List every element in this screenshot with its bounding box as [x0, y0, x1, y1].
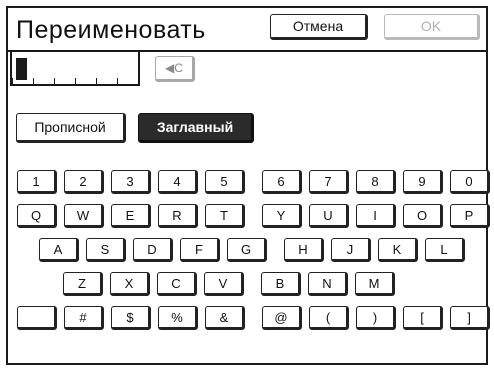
key[interactable]: N: [308, 272, 348, 296]
key[interactable]: [: [403, 306, 443, 330]
key[interactable]: V: [204, 272, 244, 296]
key[interactable]: F: [180, 238, 220, 262]
key[interactable]: 0: [450, 170, 490, 194]
key[interactable]: T: [205, 204, 245, 228]
key[interactable]: 3: [111, 170, 151, 194]
dialog-title: Переименовать: [16, 16, 206, 44]
ok-button[interactable]: OK: [384, 14, 480, 40]
key[interactable]: O: [403, 204, 443, 228]
key[interactable]: A: [39, 238, 79, 262]
key[interactable]: Y: [262, 204, 302, 228]
lowercase-button[interactable]: Прописной: [16, 113, 126, 143]
key[interactable]: @: [262, 306, 302, 330]
key[interactable]: 8: [356, 170, 396, 194]
key[interactable]: K: [378, 238, 418, 262]
key[interactable]: L: [425, 238, 465, 262]
key[interactable]: 4: [158, 170, 198, 194]
key[interactable]: #: [64, 306, 104, 330]
key[interactable]: S: [86, 238, 126, 262]
key[interactable]: ]: [450, 306, 490, 330]
key[interactable]: W: [64, 204, 104, 228]
key[interactable]: Q: [17, 204, 57, 228]
key[interactable]: B: [261, 272, 301, 296]
key[interactable]: D: [133, 238, 173, 262]
key[interactable]: G: [227, 238, 267, 262]
key[interactable]: U: [309, 204, 349, 228]
key[interactable]: J: [331, 238, 371, 262]
character-slot-ticks: [12, 78, 138, 84]
key[interactable]: 7: [309, 170, 349, 194]
key[interactable]: C: [157, 272, 197, 296]
key[interactable]: P: [450, 204, 490, 228]
key[interactable]: 6: [262, 170, 302, 194]
key[interactable]: &: [205, 306, 245, 330]
uppercase-button[interactable]: Заглавный: [138, 113, 254, 143]
key[interactable]: %: [158, 306, 198, 330]
key[interactable]: 9: [403, 170, 443, 194]
key[interactable]: ): [356, 306, 396, 330]
key[interactable]: (: [309, 306, 349, 330]
name-input-field[interactable]: [10, 50, 140, 86]
key[interactable]: 2: [64, 170, 104, 194]
text-cursor: [16, 58, 27, 80]
backspace-button[interactable]: ◀C: [155, 56, 195, 82]
key[interactable]: X: [110, 272, 150, 296]
key[interactable]: H: [284, 238, 324, 262]
key[interactable]: 1: [17, 170, 57, 194]
key[interactable]: E: [111, 204, 151, 228]
cancel-button[interactable]: Отмена: [270, 14, 368, 40]
key[interactable]: R: [158, 204, 198, 228]
key[interactable]: $: [111, 306, 151, 330]
key[interactable]: Z: [63, 272, 103, 296]
key[interactable]: I: [356, 204, 396, 228]
key-space[interactable]: [17, 306, 57, 330]
key[interactable]: 5: [205, 170, 245, 194]
key[interactable]: M: [355, 272, 395, 296]
